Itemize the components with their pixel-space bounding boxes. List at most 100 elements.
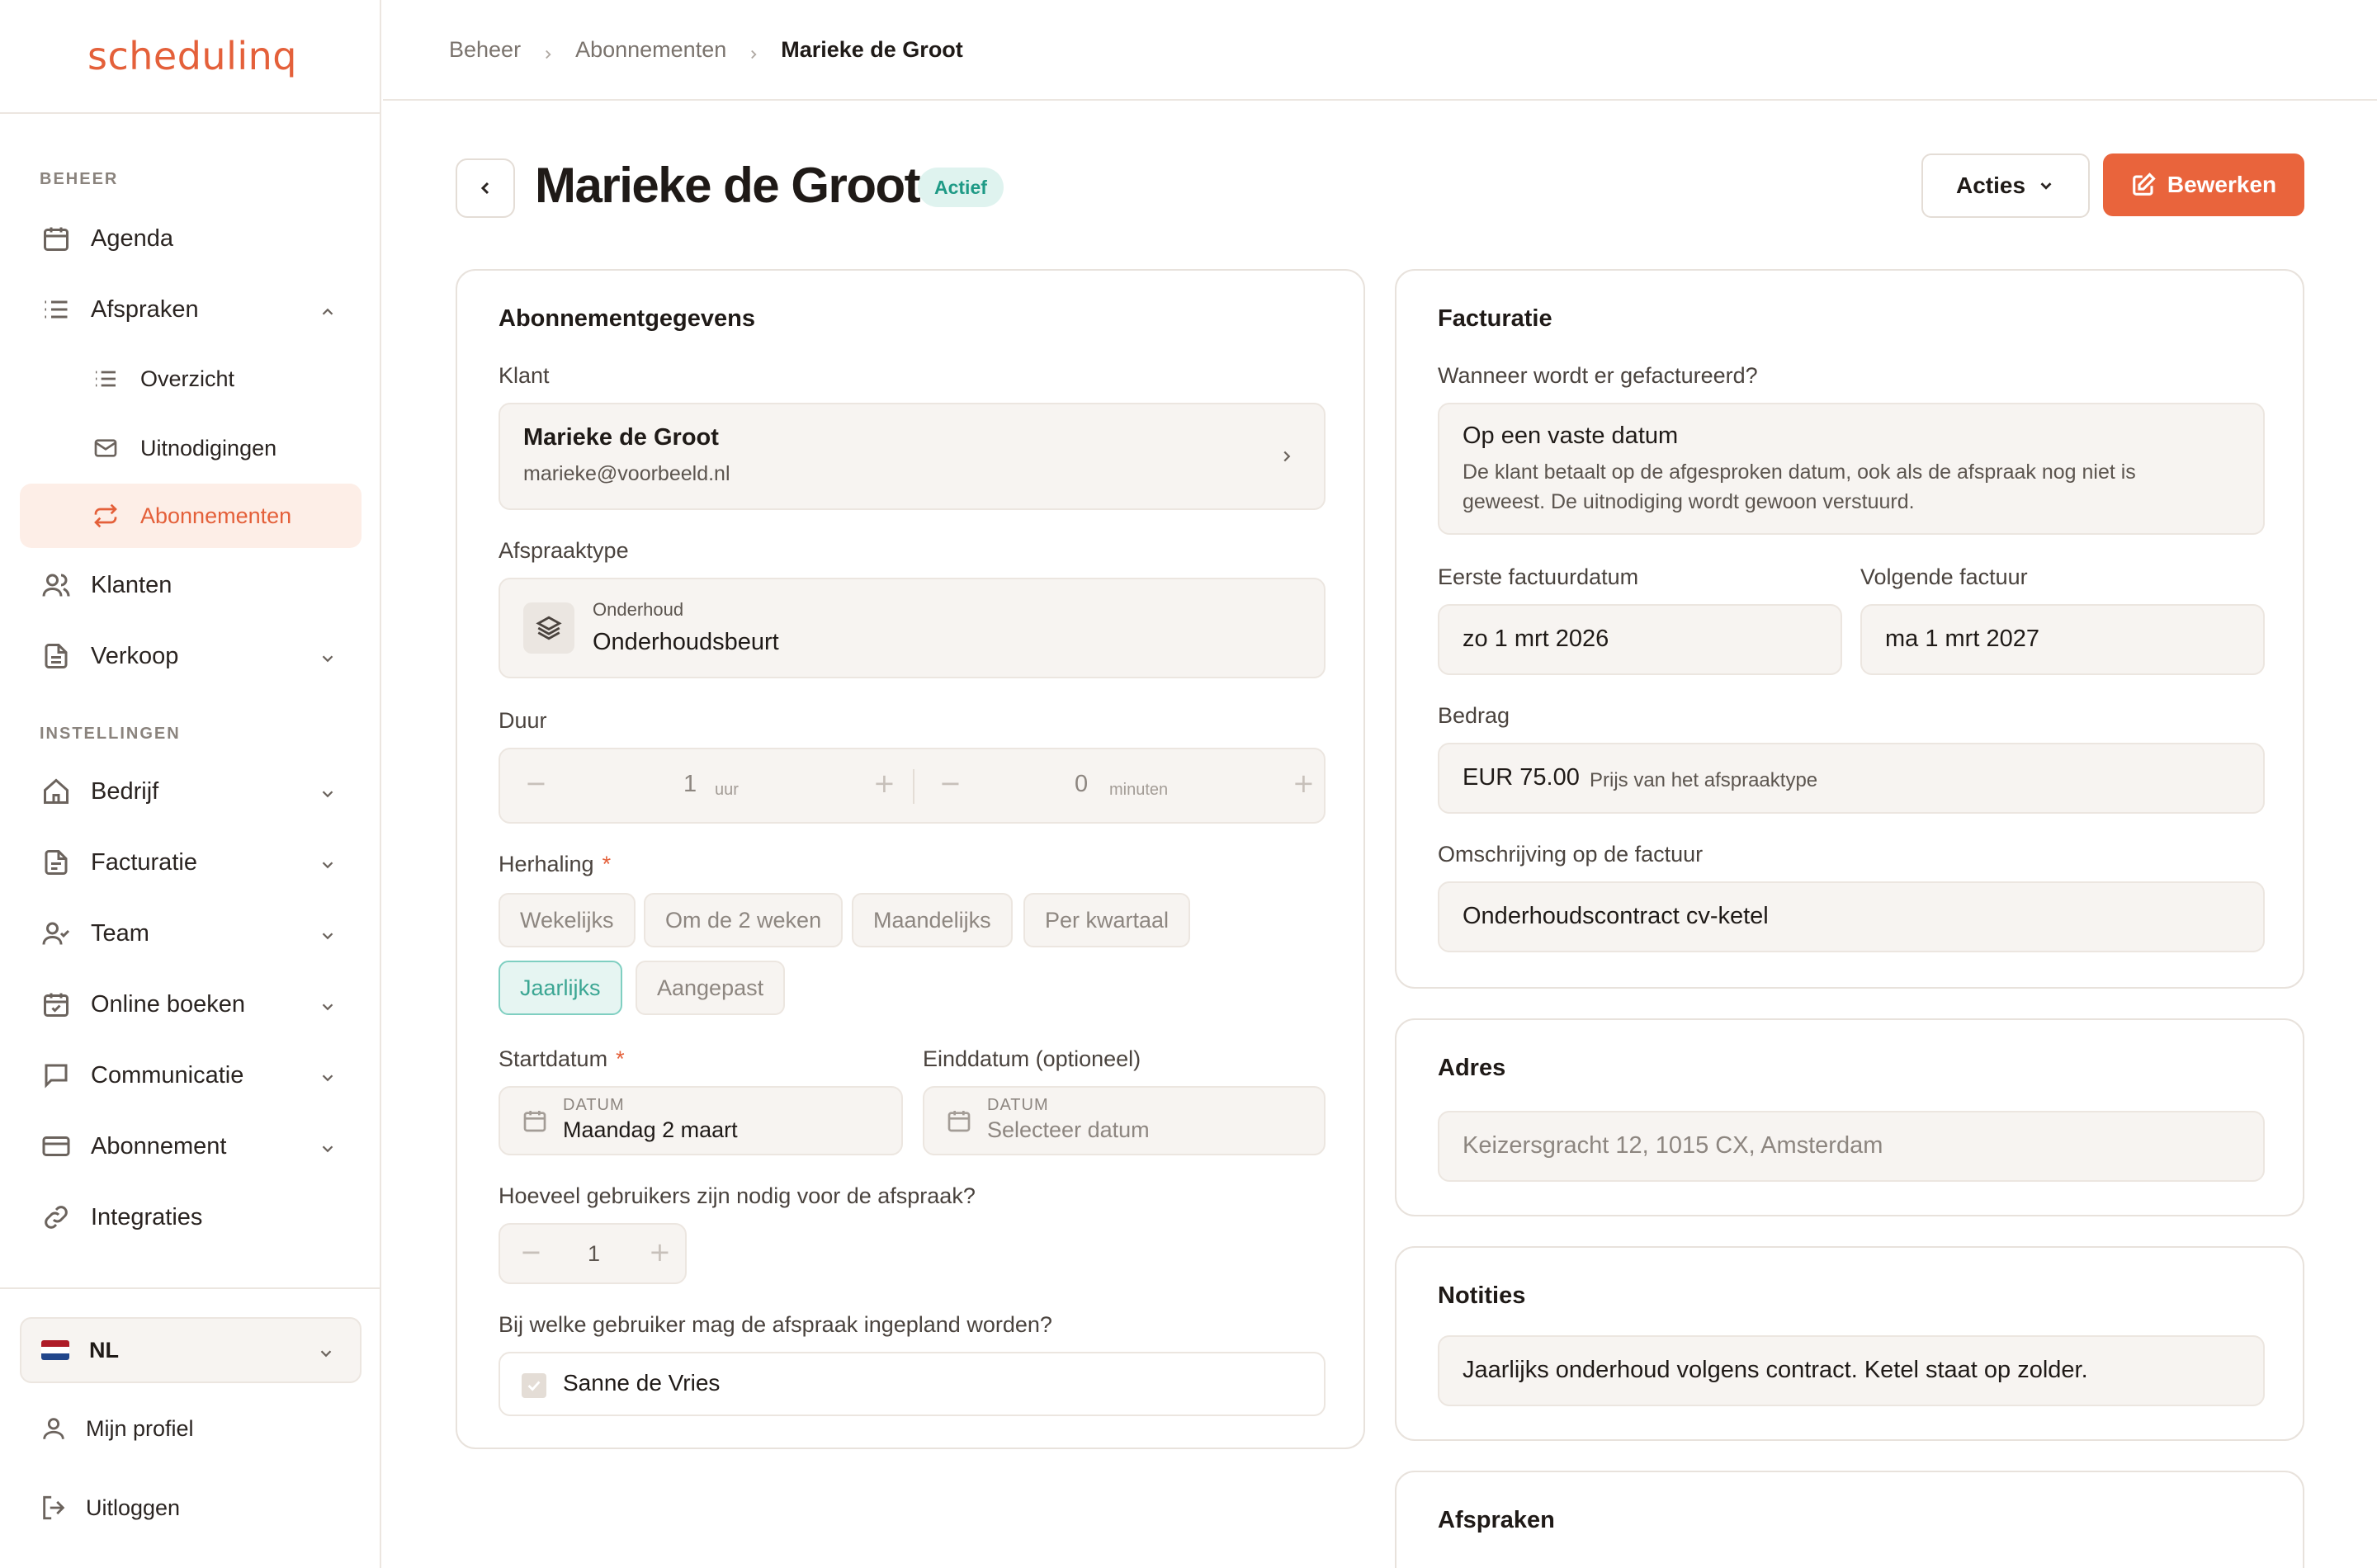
appointment-type-field[interactable]: Onderhoud Onderhoudsbeurt <box>499 578 1326 678</box>
plus-icon[interactable]: + <box>873 767 896 799</box>
chevron-down-icon <box>319 1137 337 1155</box>
user-icon <box>43 1418 64 1439</box>
sidebar-item-team[interactable]: Team <box>20 901 362 966</box>
sidebar-item-facturatie[interactable]: Facturatie <box>20 830 362 895</box>
billing-card: Facturatie Wanneer wordt er gefactureerd… <box>1395 269 2304 989</box>
type-label: Afspraaktype <box>499 538 629 563</box>
first-invoice-label: Eerste factuurdatum <box>1438 564 1639 589</box>
sidebar-item-integraties[interactable]: Integraties <box>20 1185 362 1249</box>
chevron-down-icon <box>319 995 337 1013</box>
address-field[interactable]: Keizersgracht 12, 1015 CX, Amsterdam <box>1438 1111 2265 1182</box>
duration-hours: 1 <box>683 771 697 797</box>
assign-label: Bij welke gebruiker mag de afspraak inge… <box>499 1312 1052 1337</box>
app-logo[interactable]: schedulinq <box>87 34 297 78</box>
user-check-icon <box>40 917 73 950</box>
link-icon <box>40 1201 73 1234</box>
sidebar-item-communicatie[interactable]: Communicatie <box>20 1043 362 1108</box>
invoice-description-value: Onderhoudscontract cv-ketel <box>1463 903 1769 929</box>
minus-icon[interactable]: − <box>939 767 962 799</box>
sidebar-item-label: Online boeken <box>91 990 246 1018</box>
subscription-card: Abonnementgegevens Klant Marieke de Groo… <box>456 269 1365 1449</box>
user-checkbox[interactable] <box>522 1373 546 1398</box>
sidebar-item-label: Communicatie <box>91 1061 244 1089</box>
sidebar-item-label: Afspraken <box>91 295 199 323</box>
amount-field[interactable]: EUR 75.00 Prijs van het afspraaktype <box>1438 743 2265 814</box>
sidebar-item-label: Facturatie <box>91 848 197 876</box>
home-icon <box>40 775 73 808</box>
divider <box>913 769 914 804</box>
repeat-option-yearly[interactable]: Jaarlijks <box>499 961 622 1015</box>
chevron-down-icon <box>319 853 337 871</box>
sidebar-item-afspraken[interactable]: Afspraken <box>20 277 362 342</box>
billing-when-value: Op een vaste datum <box>1463 423 1679 449</box>
notes-card: Notities Jaarlijks onderhoud volgens con… <box>1395 1246 2304 1441</box>
start-date-picker[interactable]: DATUM Maandag 2 maart <box>499 1086 903 1155</box>
sidebar-item-abonnementen[interactable]: Abonnementen <box>20 484 362 548</box>
section-instellingen: INSTELLINGEN <box>40 725 181 743</box>
sidebar-item-online-boeken[interactable]: Online boeken <box>20 972 362 1037</box>
sidebar-item-agenda[interactable]: Agenda <box>20 206 362 271</box>
sidebar-item-uitnodigingen[interactable]: Uitnodigingen <box>20 416 362 480</box>
duration-minutes: 0 <box>1075 771 1089 797</box>
edit-button[interactable]: Bewerken <box>2103 153 2304 216</box>
logout-link[interactable]: Uitloggen <box>40 1494 180 1522</box>
logout-label: Uitloggen <box>86 1495 181 1520</box>
assign-user-row: Sanne de Vries <box>499 1352 1326 1416</box>
section-beheer: BEHEER <box>40 170 119 188</box>
client-selector[interactable]: Marieke de Groot marieke@voorbeeld.nl <box>499 403 1326 510</box>
sidebar: schedulinq BEHEER Agenda Afspraken Overz… <box>0 0 381 1568</box>
users-needed-stepper[interactable]: − 1 + <box>499 1223 687 1284</box>
invoice-description-field[interactable]: Onderhoudscontract cv-ketel <box>1438 881 2265 952</box>
actions-label: Acties <box>1955 172 2026 198</box>
sidebar-item-klanten[interactable]: Klanten <box>20 553 362 617</box>
breadcrumb-abonnementen[interactable]: Abonnementen <box>575 37 726 63</box>
sidebar-item-overzicht[interactable]: Overzicht <box>20 347 362 411</box>
sidebar-item-abonnement[interactable]: Abonnement <box>20 1114 362 1178</box>
users-needed-value: 1 <box>588 1241 601 1266</box>
minus-icon[interactable]: − <box>520 1236 542 1268</box>
duration-stepper[interactable]: − 1 uur + − 0 minuten + <box>499 748 1326 824</box>
type-category: Onderhoud <box>593 599 684 620</box>
list-icon <box>40 293 73 326</box>
amount-label: Bedrag <box>1438 703 1510 728</box>
sidebar-item-verkoop[interactable]: Verkoop <box>20 624 362 688</box>
repeat-option-biweekly[interactable]: Om de 2 weken <box>644 893 844 947</box>
repeat-option-custom[interactable]: Aangepast <box>636 961 786 1015</box>
chevron-down-icon <box>319 647 337 665</box>
chevron-up-icon <box>319 300 337 319</box>
back-button[interactable] <box>456 158 515 218</box>
sidebar-item-label: Abonnement <box>91 1132 227 1159</box>
my-profile-link[interactable]: Mijn profiel <box>40 1415 194 1443</box>
language-label: NL <box>89 1337 119 1363</box>
chevron-left-icon <box>480 182 489 195</box>
language-select[interactable]: NL <box>20 1317 362 1383</box>
end-date-label: Einddatum (optioneel) <box>923 1046 1141 1071</box>
first-invoice-field[interactable]: zo 1 mrt 2026 <box>1438 604 1842 675</box>
logout-icon <box>43 1495 65 1520</box>
card-title: Adres <box>1438 1055 1506 1081</box>
chat-icon <box>40 1059 73 1092</box>
divider <box>0 1287 381 1289</box>
minus-icon[interactable]: − <box>525 767 547 799</box>
mail-icon <box>89 432 122 465</box>
actions-dropdown-button[interactable]: Acties <box>1921 153 2090 218</box>
sidebar-item-label: Bedrijf <box>91 777 159 805</box>
notes-field[interactable]: Jaarlijks onderhoud volgens contract. Ke… <box>1438 1335 2265 1406</box>
repeat-option-quarterly[interactable]: Per kwartaal <box>1023 893 1191 947</box>
billing-when-field[interactable]: Op een vaste datum De klant betaalt op d… <box>1438 403 2265 535</box>
appointments-card: Afspraken <box>1395 1471 2304 1568</box>
breadcrumb-beheer[interactable]: Beheer <box>449 37 521 63</box>
end-date-picker[interactable]: DATUM Selecteer datum <box>923 1086 1326 1155</box>
assign-user-name: Sanne de Vries <box>563 1370 721 1396</box>
sidebar-item-label: Klanten <box>91 571 172 598</box>
required-marker: * <box>602 852 612 876</box>
repeat-option-monthly[interactable]: Maandelijks <box>852 893 1013 947</box>
plus-icon[interactable]: + <box>1292 767 1315 799</box>
end-date-placeholder: Selecteer datum <box>987 1117 1150 1142</box>
sidebar-item-bedrijf[interactable]: Bedrijf <box>20 759 362 824</box>
repeat-option-weekly[interactable]: Wekelijks <box>499 893 636 947</box>
card-title: Afspraken <box>1438 1507 1555 1533</box>
plus-icon[interactable]: + <box>649 1236 671 1268</box>
address-card: Adres Keizersgracht 12, 1015 CX, Amsterd… <box>1395 1018 2304 1216</box>
next-invoice-field[interactable]: ma 1 mrt 2027 <box>1860 604 2265 675</box>
